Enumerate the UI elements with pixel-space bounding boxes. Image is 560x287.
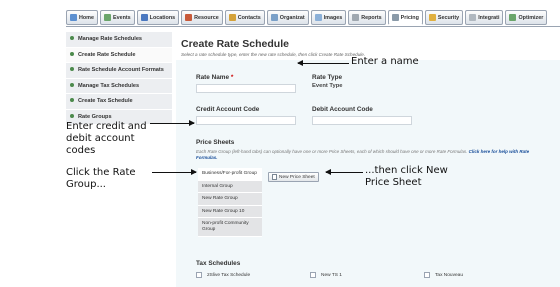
price-sheets-description: Each Rate Group (left-hand tabs) can opt…: [196, 149, 536, 160]
sidebar-menu: Manage Rate Schedules Create Rate Schedu…: [66, 32, 172, 125]
tab-label: Pricing: [400, 14, 419, 21]
tab-resource[interactable]: Resource: [181, 10, 223, 25]
tax-schedules-title: Tax Schedules: [196, 260, 241, 267]
tax-schedule-option[interactable]: 2Slive Tax Schedule: [196, 272, 250, 278]
integration-icon: [469, 14, 477, 21]
resource-icon: [185, 14, 193, 21]
locations-icon: [140, 14, 148, 21]
credit-account-input[interactable]: [196, 116, 296, 125]
new-price-sheet-label: New Price Sheet: [279, 174, 315, 180]
tab-label: Organizat: [279, 14, 305, 21]
rate-group-item[interactable]: New Rate Group: [198, 193, 262, 206]
tab-label: Locations: [149, 14, 176, 21]
tax-schedule-label: Tax Nouveau: [435, 272, 463, 278]
nav-divider: [66, 26, 560, 27]
rate-group-item[interactable]: New Rate Group 10: [198, 205, 262, 219]
security-icon: [428, 14, 436, 21]
sidebar-item-create-tax-schedule[interactable]: Create Tax Schedule: [66, 94, 172, 110]
arrow-to-new-price-sheet: [325, 169, 363, 175]
sidebar-item-create-rate-schedule[interactable]: Create Rate Schedule: [66, 47, 172, 63]
tab-security[interactable]: Security: [424, 10, 464, 25]
pricing-icon: [391, 14, 399, 21]
reports-icon: [352, 14, 360, 21]
tab-optimizer[interactable]: Optimizer: [505, 10, 548, 25]
page-title: Create Rate Schedule: [181, 38, 289, 50]
tab-events[interactable]: Events: [99, 10, 135, 25]
tab-integration[interactable]: Integrati: [465, 10, 504, 25]
arrow-to-account-codes: [150, 120, 195, 126]
rate-name-label: Rate Name *: [196, 74, 233, 81]
tab-reports[interactable]: Reports: [348, 10, 386, 25]
contacts-icon: [228, 14, 236, 21]
annotation-enter-name: Enter a name: [351, 56, 419, 67]
optimizer-icon: [509, 14, 517, 21]
checkbox[interactable]: [196, 272, 202, 278]
tab-label: Integrati: [478, 14, 500, 21]
tab-label: Home: [79, 14, 94, 21]
rate-type-label: Rate Type: [312, 74, 343, 81]
tax-schedule-option[interactable]: Tax Nouveau: [424, 272, 463, 278]
credit-account-label: Credit Account Code: [196, 106, 260, 113]
tab-pricing[interactable]: Pricing: [387, 10, 423, 25]
required-marker: *: [230, 74, 234, 81]
tax-schedule-option[interactable]: New TS 1: [310, 272, 342, 278]
debit-account-label: Debit Account Code: [312, 106, 373, 113]
arrow-to-rate-name: [297, 60, 349, 66]
tax-schedule-label: New TS 1: [321, 272, 342, 278]
arrow-to-rate-group: [152, 169, 197, 175]
rate-name-label-text: Rate Name: [196, 74, 230, 81]
tax-schedule-label: 2Slive Tax Schedule: [207, 272, 251, 278]
sidebar-item-manage-rate-schedules[interactable]: Manage Rate Schedules: [66, 32, 172, 48]
annotation-click-new-sheet: ...then click New Price Sheet: [365, 165, 448, 188]
rate-group-list: Business/For-profit Group Internal Group…: [198, 168, 262, 237]
rate-type-value: Event Type: [312, 83, 343, 89]
rate-name-input[interactable]: [196, 84, 296, 93]
top-navigation: Home Events Locations Resource Contacts …: [66, 10, 560, 27]
price-sheets-title: Price Sheets: [196, 139, 235, 146]
debit-account-input[interactable]: [312, 116, 412, 125]
rate-group-item[interactable]: Business/For-profit Group: [198, 168, 262, 181]
tab-label: Reports: [361, 14, 382, 21]
tab-locations[interactable]: Locations: [136, 10, 180, 25]
tab-contacts[interactable]: Contacts: [224, 10, 265, 25]
tab-home[interactable]: Home: [66, 10, 98, 25]
tab-label: Contacts: [237, 14, 261, 21]
sidebar-item-rate-schedule-account-formats[interactable]: Rate Schedule Account Formats: [66, 63, 172, 79]
tab-label: Resource: [194, 14, 219, 21]
images-icon: [314, 14, 322, 21]
sidebar-item-manage-tax-schedules[interactable]: Manage Tax Schedules: [66, 78, 172, 94]
tab-label: Images: [323, 14, 343, 21]
tab-images[interactable]: Images: [310, 10, 347, 25]
page-subtitle: Select a rate schedule type, enter the n…: [181, 52, 366, 57]
checkbox[interactable]: [424, 272, 430, 278]
events-icon: [103, 14, 111, 21]
home-icon: [70, 14, 77, 21]
tab-label: Optimizer: [518, 14, 544, 21]
tab-label: Events: [112, 14, 131, 21]
new-price-sheet-button[interactable]: New Price Sheet: [268, 172, 319, 182]
tab-label: Security: [437, 14, 460, 21]
rate-group-item[interactable]: Non-profit Community Group: [198, 218, 262, 237]
price-sheets-desc-text: Each Rate Group (left-hand tabs) can opt…: [196, 149, 468, 154]
tab-organization[interactable]: Organizat: [266, 10, 309, 25]
annotation-click-group: Click the Rate Group...: [66, 167, 136, 190]
main-panel: Create Rate Schedule Select a rate sched…: [176, 32, 560, 287]
checkbox[interactable]: [310, 272, 316, 278]
rate-group-item[interactable]: Internal Group: [198, 180, 262, 194]
document-icon: [272, 174, 277, 180]
annotation-enter-codes: Enter credit and debit account codes: [66, 121, 147, 156]
organization-icon: [270, 14, 278, 21]
